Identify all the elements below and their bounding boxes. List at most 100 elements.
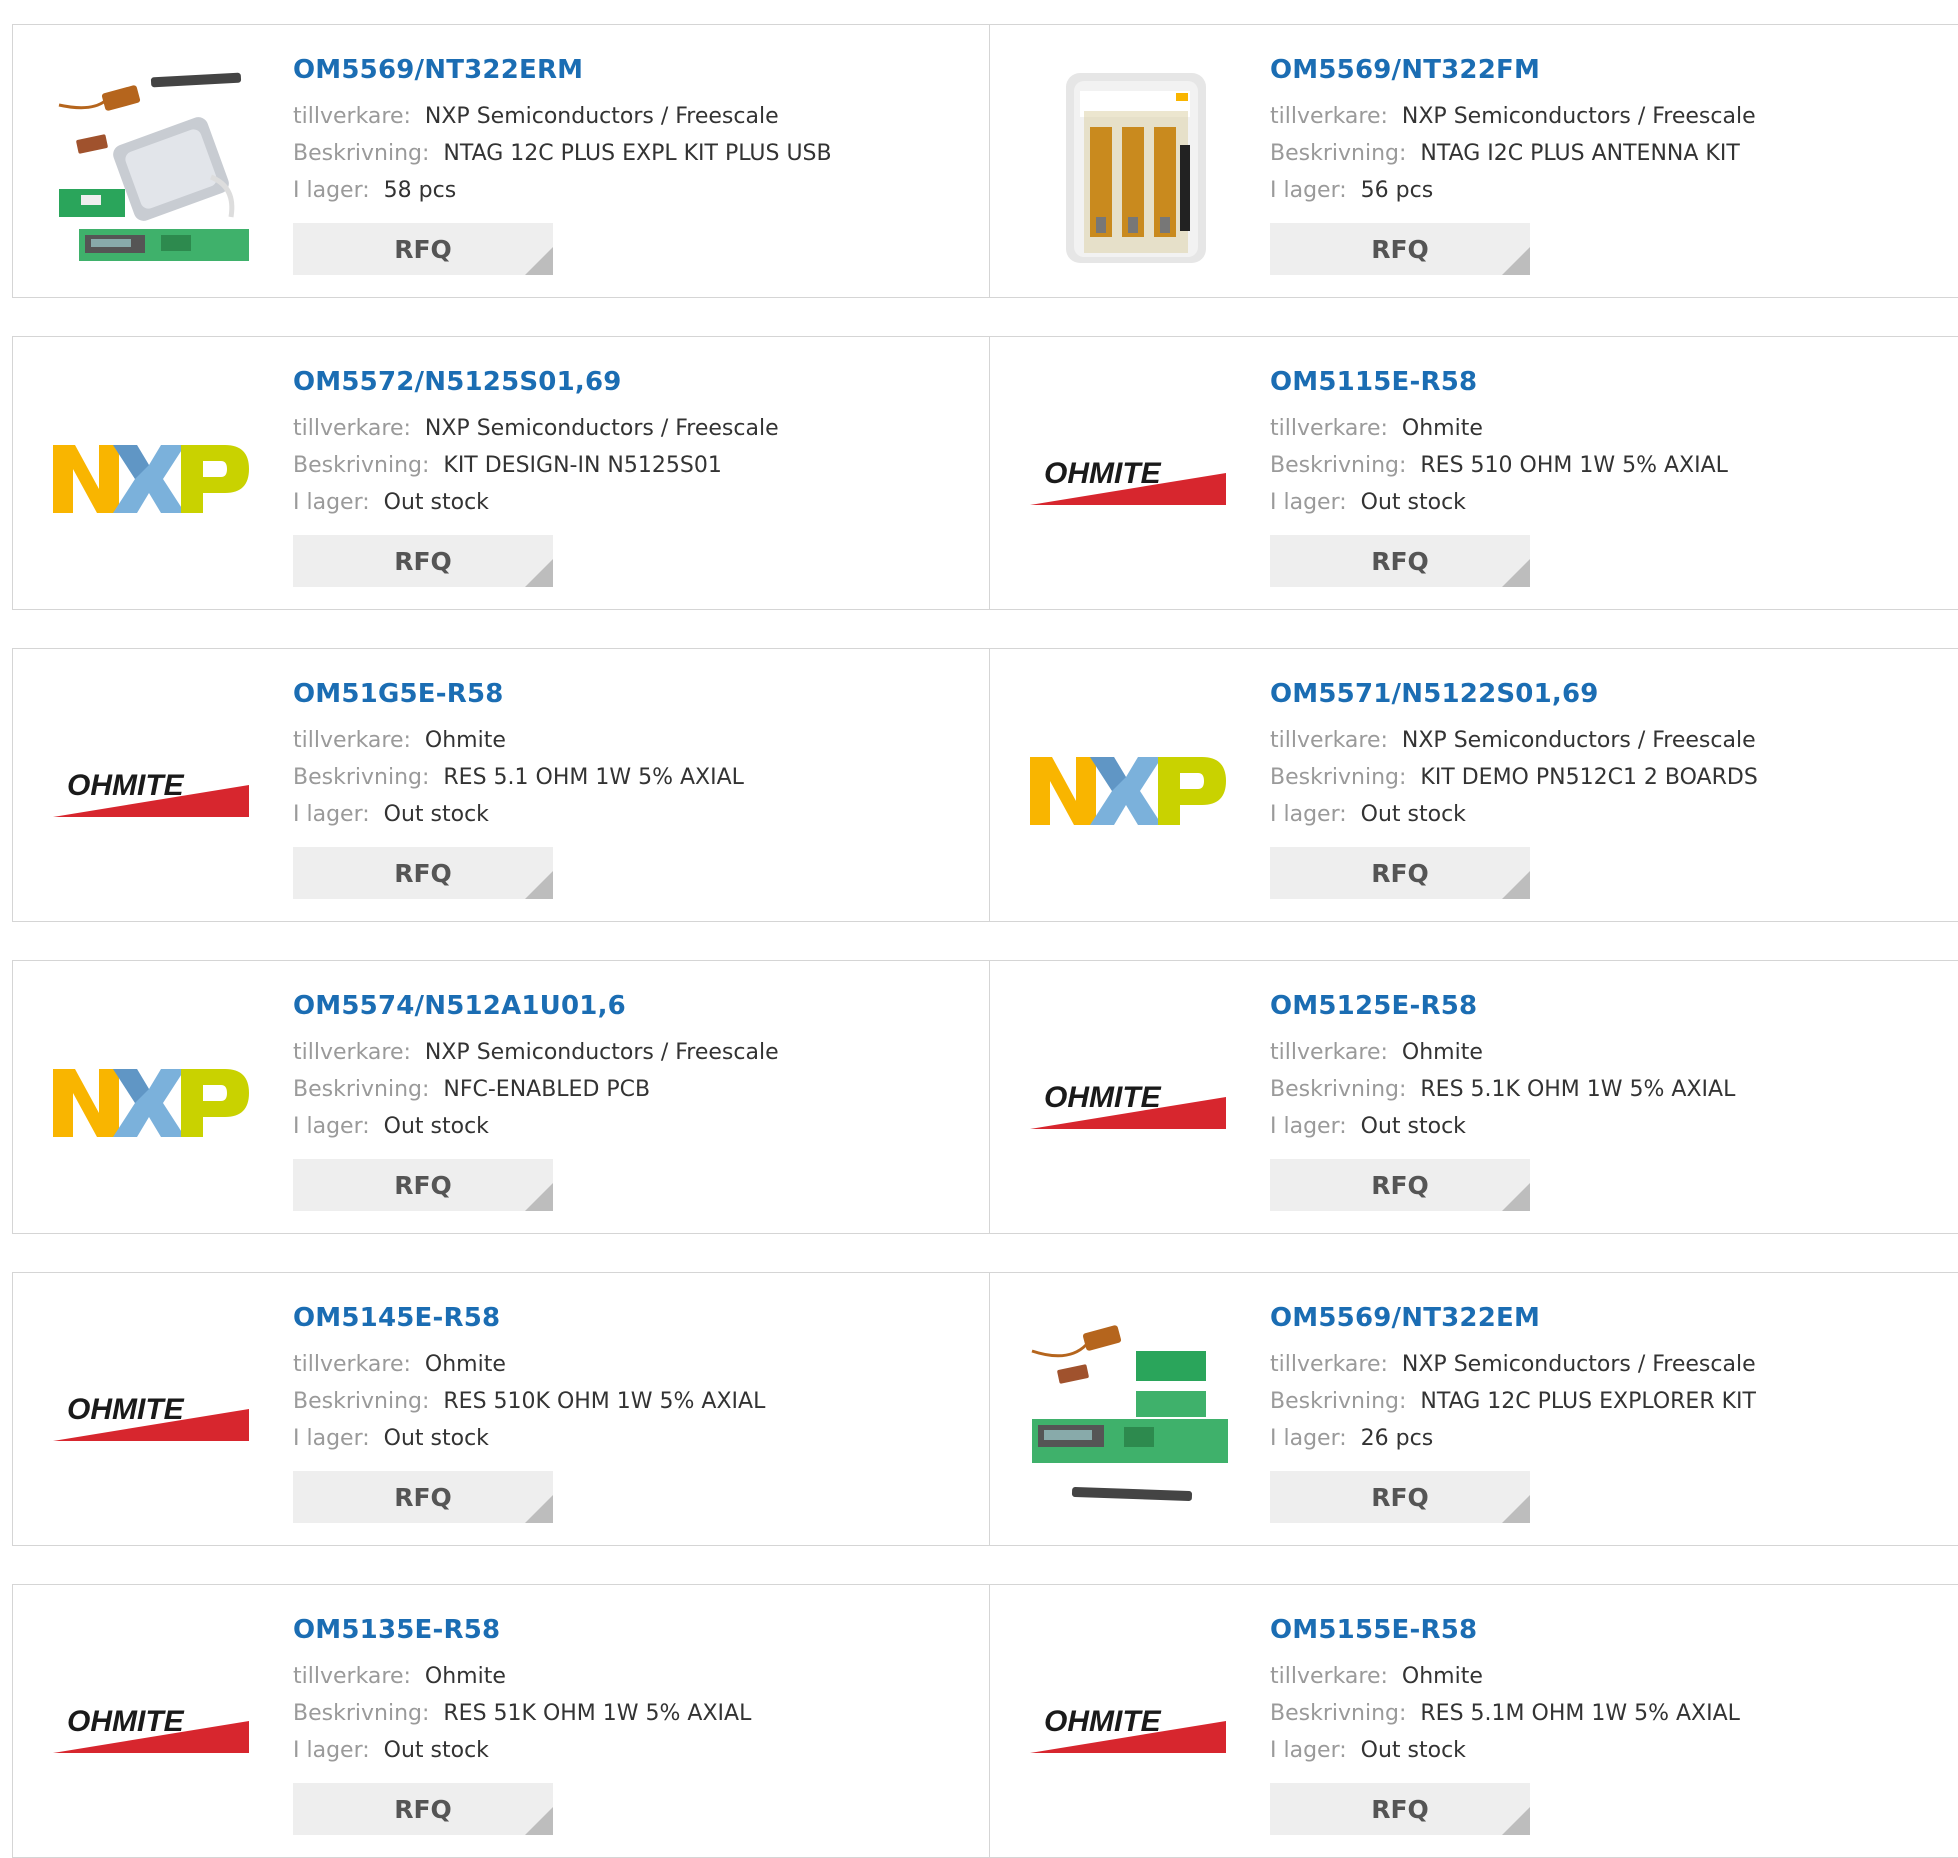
product-thumbnail[interactable]: OHMITE bbox=[1028, 1627, 1228, 1827]
stock-row: I lager: Out stock bbox=[1270, 484, 1728, 521]
stock-row: I lager: 56 pcs bbox=[1270, 172, 1756, 209]
manufacturer-label: tillverkare: bbox=[293, 1352, 411, 1377]
description-label: Beskrivning: bbox=[293, 765, 430, 790]
stock-value: Out stock bbox=[383, 1738, 489, 1763]
manufacturer-row: tillverkare: NXP Semiconductors / Freesca… bbox=[1270, 98, 1756, 135]
ohmite-logo: OHMITE bbox=[1030, 457, 1226, 505]
product-info: OM5572/N5125S01,69 tillverkare: NXP Semic… bbox=[293, 365, 779, 587]
product-thumbnail[interactable]: NXP bbox=[51, 1003, 251, 1203]
stock-row: I lager: Out stock bbox=[1270, 1732, 1740, 1769]
part-number-link[interactable]: OM5569/NT322FM bbox=[1270, 53, 1756, 87]
stock-row: I lager: Out stock bbox=[293, 796, 744, 833]
stock-value: Out stock bbox=[1360, 1738, 1466, 1763]
description-value: RES 5.1 OHM 1W 5% AXIAL bbox=[443, 765, 744, 790]
manufacturer-row: tillverkare: Ohmite bbox=[293, 722, 744, 759]
ohmite-logo-text: OHMITE bbox=[67, 769, 185, 802]
rfq-button[interactable]: RFQ bbox=[1270, 847, 1530, 899]
rfq-button[interactable]: RFQ bbox=[293, 1783, 553, 1835]
nxp-logo-text: NXP bbox=[1128, 822, 1133, 824]
part-number-link[interactable]: OM5571/N5122S01,69 bbox=[1270, 677, 1758, 711]
stock-value: Out stock bbox=[1360, 802, 1466, 827]
rfq-label: RFQ bbox=[1371, 546, 1429, 576]
rfq-button[interactable]: RFQ bbox=[1270, 1471, 1530, 1523]
part-number-link[interactable]: OM5145E-R58 bbox=[293, 1301, 765, 1335]
description-value: NTAG I2C PLUS ANTENNA KIT bbox=[1420, 141, 1740, 166]
product-card-7: OHMITE OM5125E-R58 tillverkare: Ohmite Be… bbox=[990, 960, 1958, 1234]
stock-label: I lager: bbox=[1270, 802, 1347, 827]
rfq-label: RFQ bbox=[394, 858, 452, 888]
part-number-link[interactable]: OM5135E-R58 bbox=[293, 1613, 751, 1647]
rfq-label: RFQ bbox=[1371, 1794, 1429, 1824]
part-number-link[interactable]: OM5115E-R58 bbox=[1270, 365, 1728, 399]
stock-label: I lager: bbox=[293, 1426, 370, 1451]
rfq-button[interactable]: RFQ bbox=[1270, 223, 1530, 275]
manufacturer-value: Ohmite bbox=[1401, 1664, 1483, 1689]
part-number-link[interactable]: OM5572/N5125S01,69 bbox=[293, 365, 779, 399]
stock-label: I lager: bbox=[1270, 1738, 1347, 1763]
ohmite-logo-text: OHMITE bbox=[67, 1393, 185, 1426]
ohmite-logo: OHMITE bbox=[53, 1705, 249, 1753]
product-card-4: OHMITE OM51G5E-R58 tillverkare: Ohmite Be… bbox=[12, 648, 990, 922]
manufacturer-label: tillverkare: bbox=[1270, 1664, 1388, 1689]
product-info: OM5115E-R58 tillverkare: Ohmite Beskrivni… bbox=[1270, 365, 1728, 587]
ohmite-logo: OHMITE bbox=[53, 769, 249, 817]
part-number-link[interactable]: OM5574/N512A1U01,6 bbox=[293, 989, 779, 1023]
manufacturer-row: tillverkare: NXP Semiconductors / Freesca… bbox=[1270, 722, 1758, 759]
manufacturer-label: tillverkare: bbox=[1270, 416, 1388, 441]
description-row: Beskrivning: KIT DESIGN-IN N5125S01 bbox=[293, 447, 779, 484]
product-card-11: OHMITE OM5155E-R58 tillverkare: Ohmite Be… bbox=[990, 1584, 1958, 1858]
stock-row: I lager: Out stock bbox=[293, 1108, 779, 1145]
part-number-link[interactable]: OM5569/NT322ERM bbox=[293, 53, 832, 87]
part-number-link[interactable]: OM5569/NT322EM bbox=[1270, 1301, 1756, 1335]
rfq-button[interactable]: RFQ bbox=[293, 1159, 553, 1211]
description-label: Beskrivning: bbox=[293, 141, 430, 166]
rfq-button[interactable]: RFQ bbox=[293, 223, 553, 275]
corner-decoration bbox=[525, 559, 553, 587]
rfq-button[interactable]: RFQ bbox=[1270, 1783, 1530, 1835]
product-thumbnail[interactable] bbox=[51, 67, 251, 267]
corner-decoration bbox=[525, 247, 553, 275]
product-thumbnail[interactable]: OHMITE bbox=[1028, 1003, 1228, 1203]
product-thumbnail[interactable] bbox=[1028, 1315, 1228, 1515]
rfq-button[interactable]: RFQ bbox=[293, 847, 553, 899]
stock-row: I lager: Out stock bbox=[1270, 796, 1758, 833]
manufacturer-label: tillverkare: bbox=[1270, 104, 1388, 129]
nxp-logo: NXP bbox=[53, 445, 249, 513]
manufacturer-value: NXP Semiconductors / Freescale bbox=[424, 416, 779, 441]
rfq-button[interactable]: RFQ bbox=[293, 535, 553, 587]
description-row: Beskrivning: RES 5.1K OHM 1W 5% AXIAL bbox=[1270, 1071, 1735, 1108]
rfq-button[interactable]: RFQ bbox=[293, 1471, 553, 1523]
part-number-link[interactable]: OM5155E-R58 bbox=[1270, 1613, 1740, 1647]
manufacturer-label: tillverkare: bbox=[293, 416, 411, 441]
product-thumbnail[interactable]: NXP bbox=[51, 379, 251, 579]
product-card-2: NXP OM5572/N5125S01,69 tillverkare: NXP S… bbox=[12, 336, 990, 610]
rfq-button[interactable]: RFQ bbox=[1270, 1159, 1530, 1211]
product-thumbnail[interactable]: OHMITE bbox=[51, 1315, 251, 1515]
product-thumbnail[interactable]: OHMITE bbox=[1028, 379, 1228, 579]
rfq-label: RFQ bbox=[1371, 1482, 1429, 1512]
rfq-label: RFQ bbox=[1371, 1170, 1429, 1200]
product-card-1: OM5569/NT322FM tillverkare: NXP Semicondu… bbox=[990, 24, 1958, 298]
stock-row: I lager: 58 pcs bbox=[293, 172, 832, 209]
product-info: OM51G5E-R58 tillverkare: Ohmite Beskrivni… bbox=[293, 677, 744, 899]
manufacturer-value: Ohmite bbox=[424, 1352, 506, 1377]
rfq-label: RFQ bbox=[1371, 858, 1429, 888]
description-label: Beskrivning: bbox=[1270, 141, 1407, 166]
rfq-button[interactable]: RFQ bbox=[1270, 535, 1530, 587]
description-label: Beskrivning: bbox=[1270, 1701, 1407, 1726]
manufacturer-value: NXP Semiconductors / Freescale bbox=[1401, 104, 1756, 129]
product-thumbnail[interactable] bbox=[1028, 67, 1228, 267]
product-info: OM5145E-R58 tillverkare: Ohmite Beskrivni… bbox=[293, 1301, 765, 1523]
product-thumbnail[interactable]: NXP bbox=[1028, 691, 1228, 891]
manufacturer-row: tillverkare: NXP Semiconductors / Freesca… bbox=[293, 410, 779, 447]
part-number-link[interactable]: OM51G5E-R58 bbox=[293, 677, 744, 711]
product-thumbnail[interactable]: OHMITE bbox=[51, 1627, 251, 1827]
manufacturer-value: NXP Semiconductors / Freescale bbox=[1401, 1352, 1756, 1377]
kit-usb-reader-photo bbox=[58, 72, 249, 261]
product-thumbnail[interactable]: OHMITE bbox=[51, 691, 251, 891]
stock-value: Out stock bbox=[383, 490, 489, 515]
part-number-link[interactable]: OM5125E-R58 bbox=[1270, 989, 1735, 1023]
corner-decoration bbox=[525, 1183, 553, 1211]
product-card-9: OM5569/NT322EM tillverkare: NXP Semicondu… bbox=[990, 1272, 1958, 1546]
description-value: KIT DESIGN-IN N5125S01 bbox=[443, 453, 722, 478]
